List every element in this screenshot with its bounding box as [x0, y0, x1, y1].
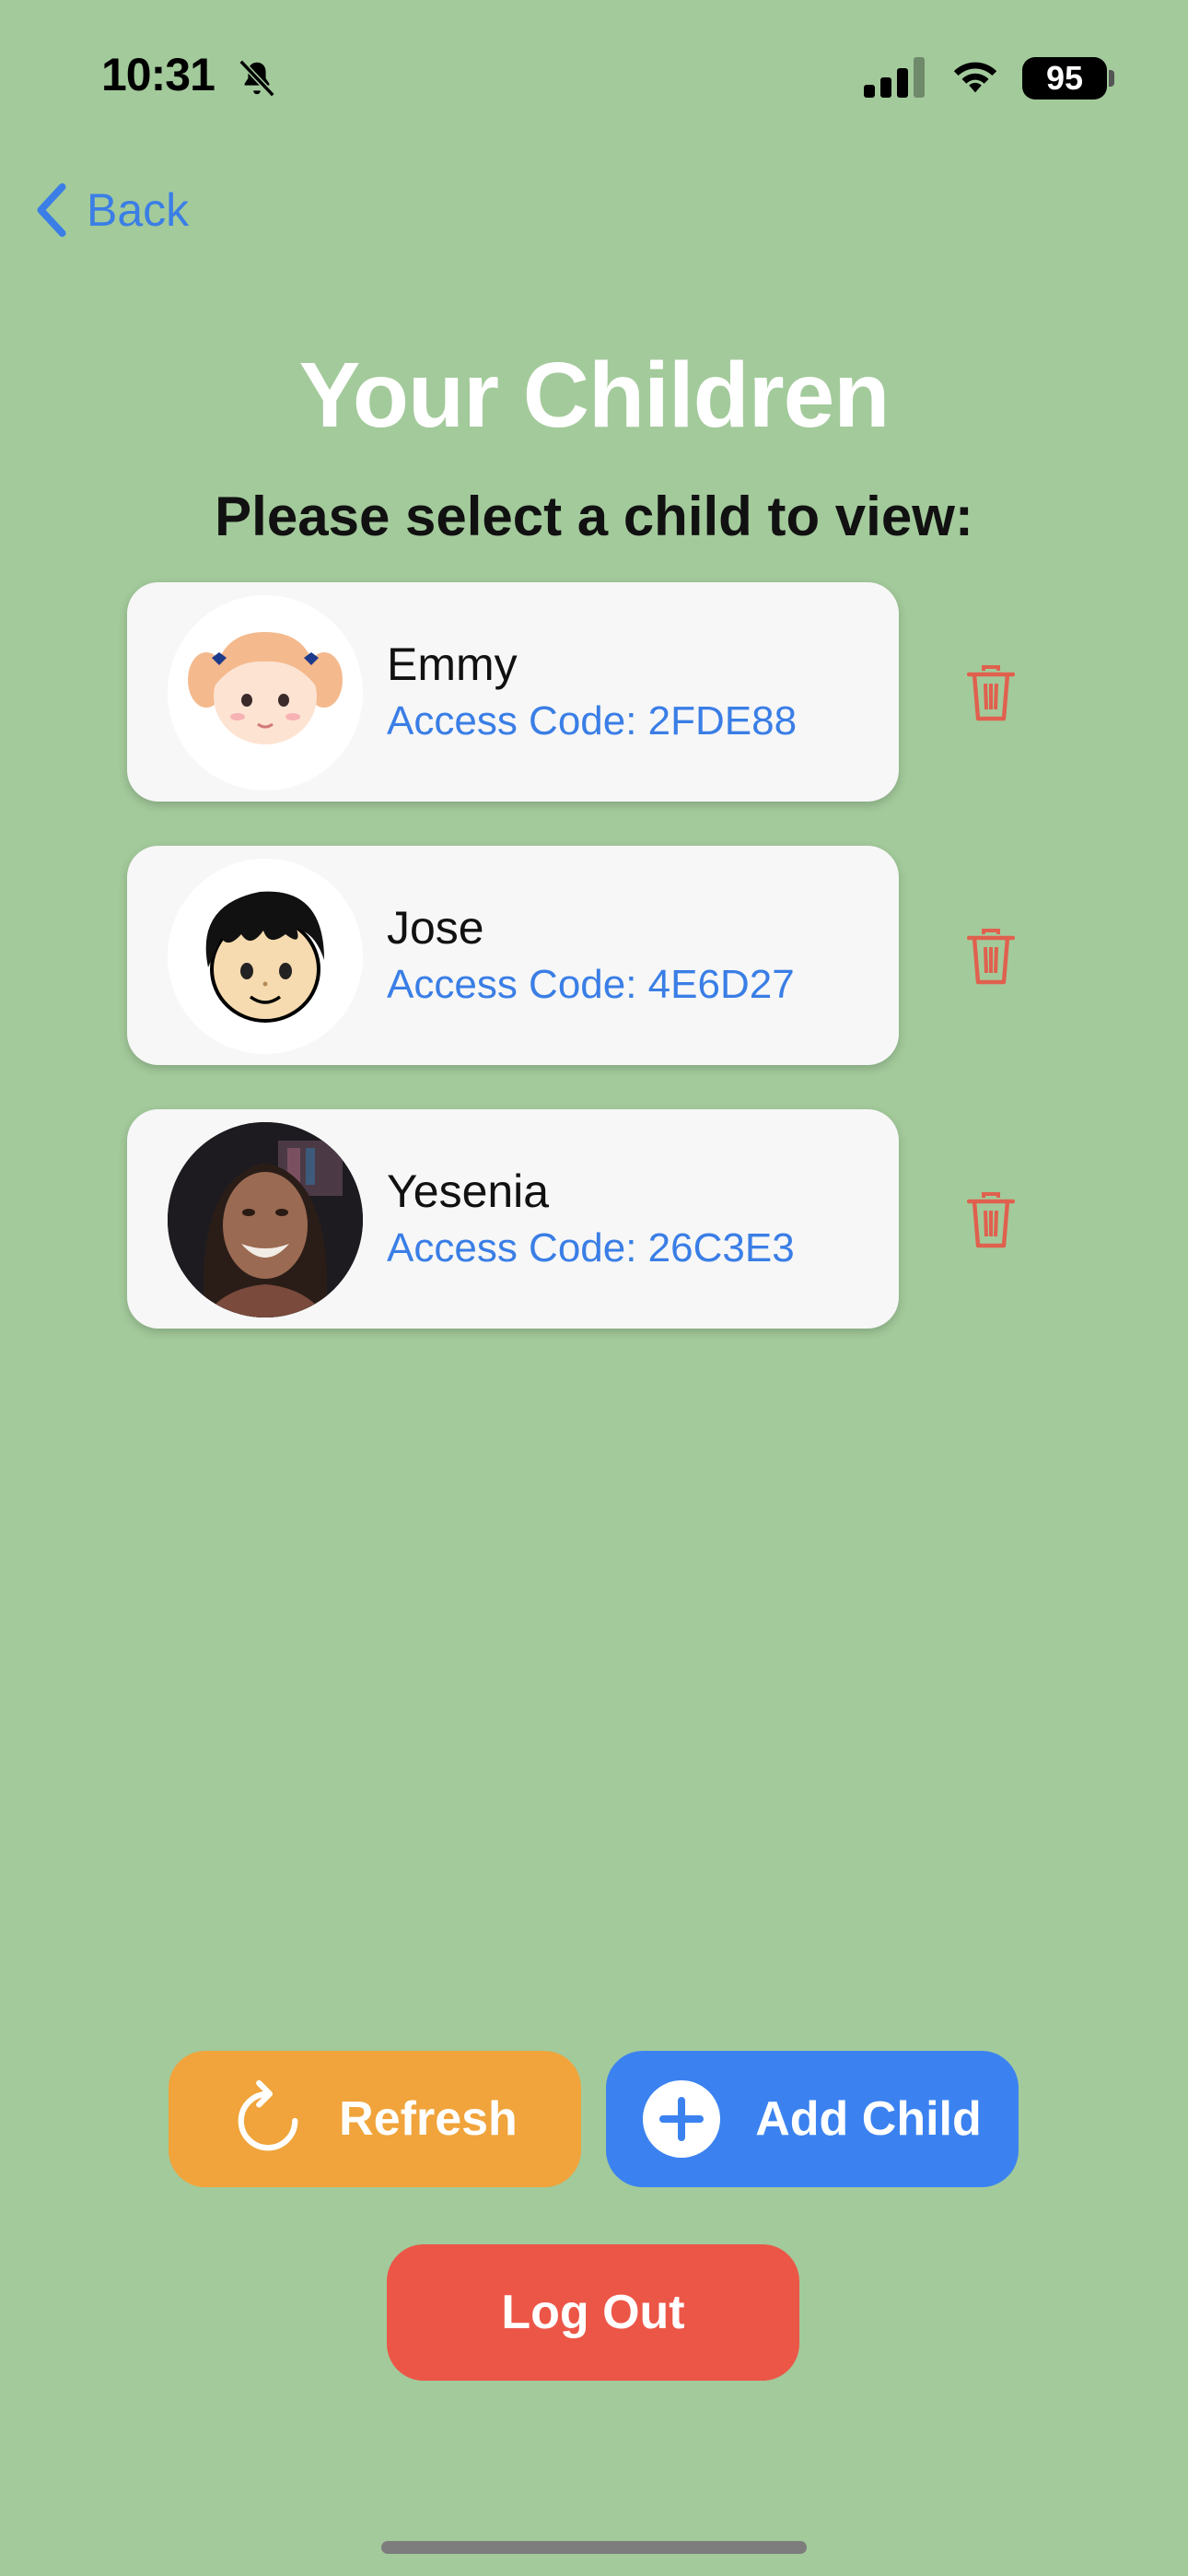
plus-circle-icon [643, 2080, 721, 2158]
delete-child-yesenia-button[interactable] [966, 1192, 1016, 1249]
wifi-icon [953, 62, 997, 93]
refresh-icon [232, 2079, 304, 2159]
cartoon-boy-avatar-icon [168, 859, 363, 1054]
status-time: 10:31 [101, 49, 215, 100]
cellular-signal-icon [864, 57, 925, 98]
log-out-button[interactable]: Log Out [387, 2244, 799, 2381]
delete-child-emmy-button[interactable] [966, 665, 1016, 722]
trash-icon [966, 929, 1016, 985]
child-name: Jose [387, 902, 484, 954]
page-title: Your Children [298, 344, 891, 447]
refresh-label: Refresh [339, 2092, 518, 2146]
child-access-code: Access Code: 2FDE88 [387, 698, 798, 744]
child-avatar [168, 859, 363, 1054]
back-label: Back [87, 184, 190, 236]
battery-cap [1109, 70, 1114, 87]
delete-child-jose-button[interactable] [966, 929, 1016, 986]
photo-avatar-icon [168, 1122, 363, 1317]
refresh-button[interactable]: Refresh [169, 2051, 581, 2187]
child-avatar [168, 1122, 363, 1317]
children-screen: 10:31 95 Back Your Children Please selec… [0, 0, 1188, 2576]
child-card-emmy[interactable]: Emmy Access Code: 2FDE88 [127, 582, 899, 802]
child-card-jose[interactable]: Jose Access Code: 4E6D27 [127, 846, 899, 1065]
add-child-label: Add Child [755, 2092, 982, 2146]
bell-muted-icon [239, 59, 275, 98]
child-access-code: Access Code: 4E6D27 [387, 962, 795, 1007]
battery-indicator: 95 [1022, 57, 1107, 100]
back-button[interactable]: Back [33, 181, 189, 240]
child-avatar [168, 595, 363, 790]
home-indicator[interactable] [381, 2541, 807, 2554]
page-subtitle: Please select a child to view: [215, 486, 973, 547]
child-name: Yesenia [387, 1165, 550, 1217]
trash-icon [966, 665, 1016, 721]
child-access-code: Access Code: 26C3E3 [387, 1225, 795, 1270]
child-name: Emmy [387, 638, 518, 690]
log-out-label: Log Out [501, 2286, 685, 2339]
add-child-button[interactable]: Add Child [606, 2051, 1019, 2187]
child-card-yesenia[interactable]: Yesenia Access Code: 26C3E3 [127, 1109, 899, 1329]
trash-icon [966, 1192, 1016, 1248]
cartoon-girl-avatar-icon [168, 595, 363, 790]
chevron-left-icon [37, 182, 66, 238]
